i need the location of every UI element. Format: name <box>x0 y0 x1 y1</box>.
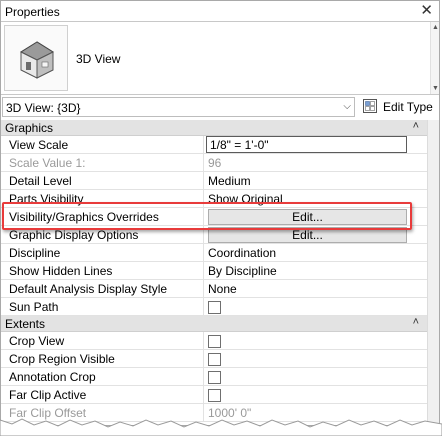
property-value-cell <box>205 368 429 386</box>
parts-visibility-value[interactable]: Show Original <box>205 190 429 208</box>
property-row-annotation-crop[interactable]: Annotation Crop <box>1 368 429 386</box>
property-name: Far Clip Active <box>1 386 204 404</box>
group-header-graphics[interactable]: Graphics ˄ <box>1 120 429 136</box>
type-scrollbar[interactable]: ▲ ▼ <box>430 22 439 94</box>
discipline-value[interactable]: Coordination <box>205 244 429 262</box>
property-name: Sun Path <box>1 298 204 316</box>
scroll-down-icon[interactable]: ▼ <box>432 85 439 92</box>
property-row-crop-view[interactable]: Crop View <box>1 332 429 350</box>
property-value-cell: Edit... <box>205 226 429 244</box>
scroll-up-icon[interactable]: ▲ <box>432 24 439 31</box>
property-name: Crop View <box>1 332 204 350</box>
property-value-cell: Edit... <box>205 208 429 226</box>
property-value-cell <box>205 298 429 316</box>
visibility-graphics-edit-button[interactable]: Edit... <box>208 209 407 225</box>
property-row-visibility-graphics-overrides[interactable]: Visibility/Graphics Overrides Edit... <box>1 208 429 226</box>
property-row-far-clip-active[interactable]: Far Clip Active <box>1 386 429 404</box>
type-name: 3D View <box>76 52 121 66</box>
property-row-scale-value: Scale Value 1: 96 <box>1 154 429 172</box>
property-name: Detail Level <box>1 172 204 190</box>
property-value-cell <box>205 332 429 350</box>
view-scale-field[interactable]: 1/8" = 1'-0" <box>206 136 407 153</box>
property-row-crop-region-visible[interactable]: Crop Region Visible <box>1 350 429 368</box>
property-row-discipline[interactable]: Discipline Coordination <box>1 244 429 262</box>
property-name: Parts Visibility <box>1 190 204 208</box>
chevron-down-icon[interactable]: ⌵ <box>343 101 351 112</box>
far-clip-active-checkbox[interactable] <box>208 389 221 402</box>
instance-filter-value: 3D View: {3D} <box>6 101 81 115</box>
properties-grid: Graphics ˄ View Scale 1/8" = 1'-0" Scale… <box>1 120 439 425</box>
property-name: Graphic Display Options <box>1 226 204 244</box>
edit-type-button[interactable]: Edit Type <box>362 97 439 117</box>
property-row-sun-path[interactable]: Sun Path <box>1 298 429 316</box>
house-3d-icon <box>4 25 68 91</box>
group-label: Extents <box>5 317 46 331</box>
property-name: Default Analysis Display Style <box>1 280 204 298</box>
instance-selector-bar: 3D View: {3D} ⌵ Edit Type <box>1 95 439 119</box>
edit-type-label: Edit Type <box>383 100 433 114</box>
property-name: Visibility/Graphics Overrides <box>1 208 204 226</box>
graphic-display-edit-button[interactable]: Edit... <box>208 227 407 243</box>
analysis-style-value[interactable]: None <box>205 280 429 298</box>
title-bar: Properties ✕ <box>1 1 439 22</box>
property-name: Scale Value 1: <box>1 154 204 172</box>
property-value-cell <box>205 350 429 368</box>
property-row-show-hidden-lines[interactable]: Show Hidden Lines By Discipline <box>1 262 429 280</box>
property-row-graphic-display-options[interactable]: Graphic Display Options Edit... <box>1 226 429 244</box>
palette-title: Properties <box>5 5 60 19</box>
property-name: Annotation Crop <box>1 368 204 386</box>
torn-edge <box>0 418 442 436</box>
close-icon[interactable]: ✕ <box>420 2 433 20</box>
group-header-extents[interactable]: Extents ˄ <box>1 316 429 332</box>
property-row-view-scale[interactable]: View Scale 1/8" = 1'-0" <box>1 136 429 154</box>
property-row-default-analysis-display-style[interactable]: Default Analysis Display Style None <box>1 280 429 298</box>
sun-path-checkbox[interactable] <box>208 301 221 314</box>
group-label: Graphics <box>5 121 54 135</box>
detail-level-value[interactable]: Medium <box>205 172 429 190</box>
instance-filter-dropdown[interactable]: 3D View: {3D} ⌵ <box>2 97 355 117</box>
properties-palette: Properties ✕ 3D View ▲ ▼ 3D View: {3D} ⌵ <box>0 0 440 426</box>
crop-region-visible-checkbox[interactable] <box>208 353 221 366</box>
property-name: Discipline <box>1 244 204 262</box>
property-name: Show Hidden Lines <box>1 262 204 280</box>
show-hidden-lines-value[interactable]: By Discipline <box>205 262 429 280</box>
grid-scrollbar[interactable] <box>427 120 439 425</box>
property-row-detail-level[interactable]: Detail Level Medium <box>1 172 429 190</box>
crop-view-checkbox[interactable] <box>208 335 221 348</box>
property-name: Crop Region Visible <box>1 350 204 368</box>
collapse-icon[interactable]: ˄ <box>413 120 419 132</box>
property-value: 96 <box>208 156 222 170</box>
property-row-parts-visibility[interactable]: Parts Visibility Show Original <box>1 190 429 208</box>
type-selector[interactable]: 3D View ▲ ▼ <box>1 22 439 95</box>
property-value-cell <box>205 386 429 404</box>
property-name: View Scale <box>1 136 204 154</box>
edit-type-icon <box>363 99 377 113</box>
annotation-crop-checkbox[interactable] <box>208 371 221 384</box>
collapse-icon[interactable]: ˄ <box>413 316 419 328</box>
